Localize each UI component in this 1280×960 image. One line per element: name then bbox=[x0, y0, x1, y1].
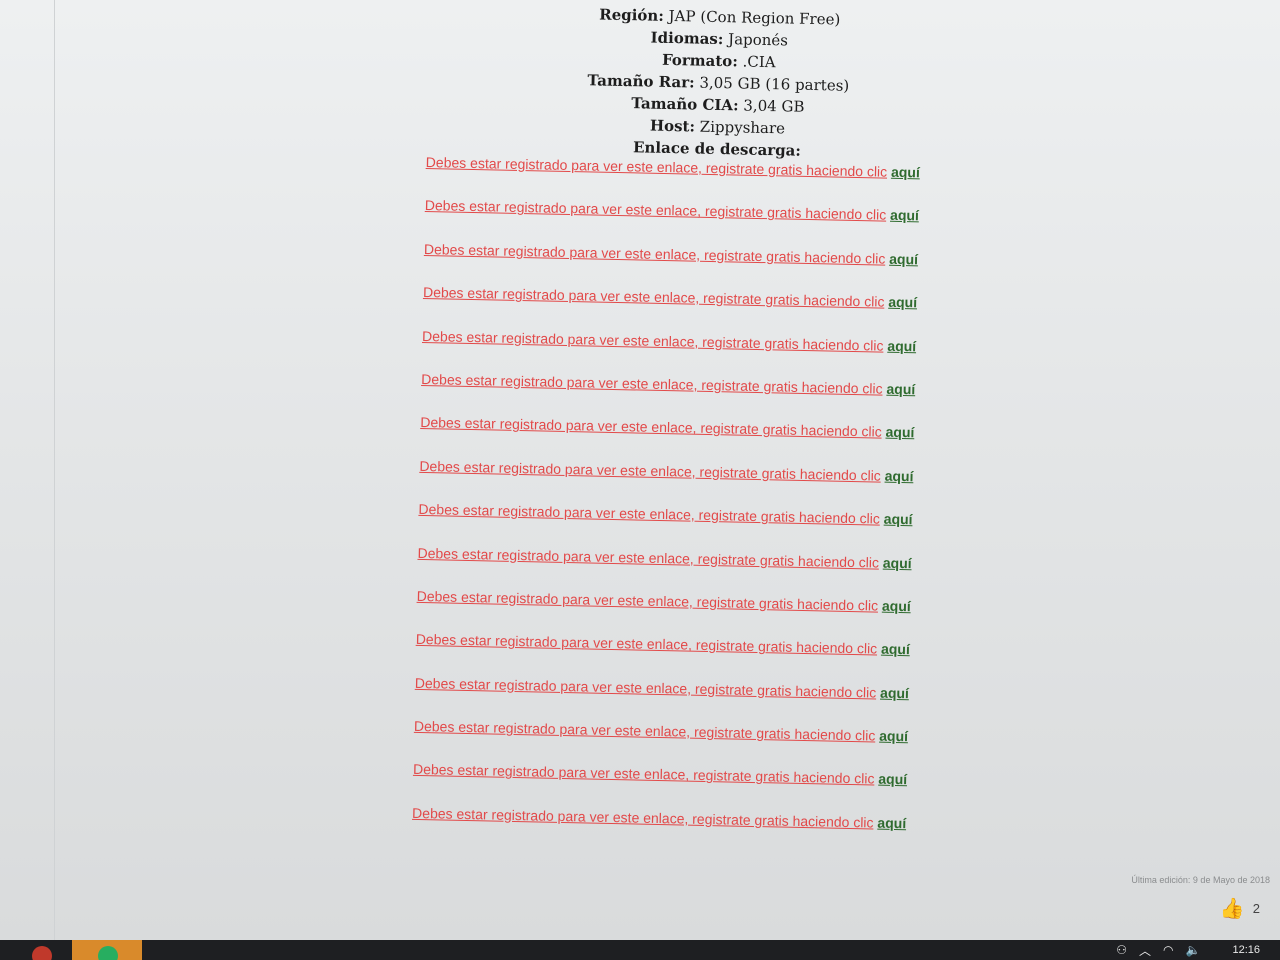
register-here-link[interactable]: aquí bbox=[878, 771, 907, 788]
info-value: 3,05 GB (16 partes) bbox=[699, 73, 850, 95]
app-icon bbox=[32, 946, 52, 960]
info-key: Host: bbox=[649, 116, 696, 136]
forum-post-page: Región: JAP (Con Region Free) Idiomas: J… bbox=[0, 0, 1280, 940]
register-here-link[interactable]: aquí bbox=[884, 511, 913, 528]
register-here-link[interactable]: aquí bbox=[890, 207, 919, 224]
register-here-link[interactable]: aquí bbox=[885, 424, 914, 441]
info-key: Tamaño CIA: bbox=[631, 94, 739, 115]
system-tray: ⚇ ︿ ◠ 🔈 12:16 bbox=[1116, 940, 1270, 960]
register-here-link[interactable]: aquí bbox=[879, 728, 908, 745]
info-value: Japonés bbox=[727, 30, 789, 50]
taskbar-app-2[interactable] bbox=[72, 940, 142, 960]
info-value: Zippyshare bbox=[699, 117, 786, 138]
app-icon bbox=[98, 946, 118, 960]
people-icon[interactable]: ⚇ bbox=[1116, 943, 1127, 957]
info-value: JAP (Con Region Free) bbox=[668, 6, 841, 29]
register-here-link[interactable]: aquí bbox=[889, 251, 918, 268]
like-count: 2 bbox=[1252, 901, 1260, 916]
register-here-link[interactable]: aquí bbox=[880, 684, 909, 701]
register-here-link[interactable]: aquí bbox=[888, 294, 917, 311]
last-edit-note: Última edición: 9 de Mayo de 2018 bbox=[1131, 875, 1270, 885]
info-value: 3,04 GB bbox=[743, 96, 805, 116]
info-value: .CIA bbox=[742, 52, 776, 72]
register-here-link[interactable]: aquí bbox=[886, 381, 915, 398]
wifi-icon[interactable]: ◠ bbox=[1163, 943, 1173, 957]
taskbar: ⚇ ︿ ◠ 🔈 12:16 bbox=[0, 940, 1280, 960]
info-key: Idiomas: bbox=[650, 28, 724, 49]
taskbar-app-1[interactable] bbox=[6, 940, 76, 960]
register-here-link[interactable]: aquí bbox=[881, 641, 910, 658]
info-key: Región: bbox=[599, 5, 665, 25]
info-key: Formato: bbox=[661, 50, 739, 71]
info-key: Tamaño Rar: bbox=[587, 71, 695, 92]
like-button[interactable]: 👍 2 bbox=[1220, 896, 1260, 921]
download-links-list: Debes estar registrado para ver este enl… bbox=[411, 152, 1005, 858]
thumbs-up-icon[interactable]: 👍 bbox=[1220, 896, 1245, 921]
register-here-link[interactable]: aquí bbox=[891, 164, 920, 181]
game-info: Región: JAP (Con Region Free) Idiomas: J… bbox=[497, 1, 940, 164]
register-here-link[interactable]: aquí bbox=[883, 554, 912, 571]
register-here-link[interactable]: aquí bbox=[887, 337, 916, 354]
volume-icon[interactable]: 🔈 bbox=[1186, 943, 1201, 957]
chevron-up-icon[interactable]: ︿ bbox=[1139, 942, 1151, 959]
left-divider bbox=[54, 0, 55, 940]
register-here-link[interactable]: aquí bbox=[882, 598, 911, 615]
register-here-link[interactable]: aquí bbox=[885, 467, 914, 484]
clock[interactable]: 12:16 bbox=[1232, 944, 1260, 956]
register-here-link[interactable]: aquí bbox=[877, 814, 906, 831]
